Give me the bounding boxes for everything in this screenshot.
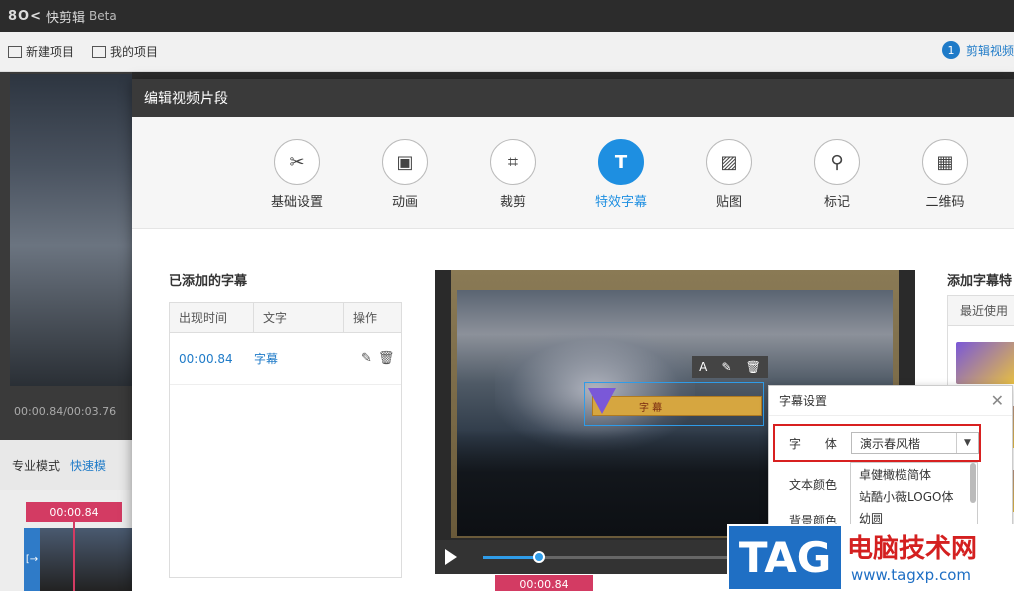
tab-animation[interactable]: ▣ 动画 — [365, 139, 445, 210]
clip-handle-icon[interactable]: [→ — [24, 528, 40, 591]
popup-title: 字幕设置 — [779, 394, 828, 408]
edit-pencil-icon[interactable]: ✎ — [721, 360, 731, 374]
folder-icon — [92, 45, 107, 58]
add-subtitle-effects-title: 添加字幕特 — [947, 274, 1013, 289]
seek-progress — [483, 556, 539, 559]
dialog-tab-bar: ✂ 基础设置 ▣ 动画 ⌗ 裁剪 T 特效字幕 ▨ 贴图 ⚲ 标记 ▦ 二维码 — [132, 117, 1014, 229]
mode-switch: 专业模式 快速模 — [0, 440, 132, 490]
tab-sticker[interactable]: ▨ 贴图 — [689, 139, 769, 210]
edit-pencil-icon[interactable]: ✎ — [361, 351, 372, 366]
trash-icon[interactable]: 🗑 — [746, 360, 761, 374]
row-text: 字幕 — [254, 352, 279, 366]
step-indicator[interactable]: 1 剪辑视频 — [941, 41, 1014, 59]
table-header: 出现时间 文字 操作 — [170, 303, 401, 333]
tab-basic-settings[interactable]: ✂ 基础设置 — [257, 139, 337, 210]
font-select[interactable]: 演示春风楷 ▼ — [851, 432, 979, 454]
font-option[interactable]: 卓健橄榄简体 — [851, 463, 977, 485]
dropdown-scrollbar[interactable] — [970, 463, 976, 503]
row-time: 00:00.84 — [179, 351, 233, 366]
step-label: 剪辑视频 — [965, 43, 1014, 58]
crop-icon: ⌗ — [490, 139, 536, 185]
scissors-icon: ✂ — [274, 139, 320, 185]
subtitle-text: 字 幕 — [639, 402, 663, 414]
tab-recently-used[interactable]: 最近使用 — [948, 296, 1014, 326]
watermark-title: 电脑技术网 — [847, 534, 978, 564]
app-edition: Beta — [89, 9, 117, 23]
tab-label: 贴图 — [715, 195, 742, 210]
timeline-playhead[interactable] — [73, 522, 75, 591]
play-icon[interactable] — [445, 549, 457, 565]
effect-thumbnail[interactable] — [956, 342, 1014, 384]
watermark-tag-logo: TAG — [729, 526, 841, 589]
added-subtitles-title: 已添加的字幕 — [169, 274, 248, 289]
text-icon: T — [598, 139, 644, 185]
text-color-label: 文本颜色 — [789, 478, 838, 492]
new-project-label: 新建项目 — [26, 45, 75, 59]
tab-label: 裁剪 — [499, 195, 526, 210]
watermark-url: www.tagxp.com — [851, 566, 971, 584]
plus-square-icon — [8, 45, 22, 58]
column-header-actions: 操作 — [353, 311, 378, 325]
row-actions: ✎ 🗑 — [352, 351, 394, 366]
close-icon[interactable]: ✕ — [991, 391, 1004, 410]
new-project-button[interactable]: 新建项目 — [8, 43, 74, 60]
tab-mark[interactable]: ⚲ 标记 — [797, 139, 877, 210]
tab-label: 二维码 — [925, 195, 965, 210]
font-row-highlight: 字 体 演示春风楷 ▼ — [773, 424, 981, 462]
subtitle-mini-toolbar: A ✎ 🗑 — [692, 356, 768, 378]
mode-pro-tab[interactable]: 专业模式 — [12, 457, 60, 474]
seek-handle[interactable] — [532, 551, 545, 563]
tab-label: 基础设置 — [270, 195, 323, 210]
table-row[interactable]: 00:00.84 字幕 ✎ 🗑 — [170, 333, 401, 385]
app-logo: 8O< — [8, 8, 42, 24]
trash-icon[interactable]: 🗑 — [378, 351, 395, 366]
image-icon: ▨ — [706, 139, 752, 185]
tab-crop[interactable]: ⌗ 裁剪 — [473, 139, 553, 210]
background-preview-image — [10, 74, 132, 386]
preview-time-marker: 00:00.84 — [495, 575, 593, 591]
animation-icon: ▣ — [382, 139, 428, 185]
timeline-time-marker: 00:00.84 — [26, 502, 122, 522]
my-projects-button[interactable]: 我的项目 — [92, 43, 158, 60]
dialog-title: 编辑视频片段 — [144, 91, 228, 107]
step-number: 1 — [941, 41, 960, 59]
seek-bar[interactable] — [483, 551, 733, 563]
dialog-header: 编辑视频片段 — [132, 79, 1014, 117]
qrcode-icon: ▦ — [922, 139, 968, 185]
my-projects-label: 我的项目 — [110, 45, 159, 59]
main-toolbar: 新建项目 我的项目 — [0, 32, 1014, 72]
tab-label: 特效字幕 — [594, 195, 647, 210]
tab-effect-subtitles[interactable]: T 特效字幕 — [581, 139, 661, 210]
mode-fast-tab[interactable]: 快速模 — [70, 457, 106, 474]
tab-label: 动画 — [391, 195, 418, 210]
font-style-icon[interactable]: A — [699, 360, 707, 374]
column-header-text: 文字 — [254, 303, 344, 332]
column-header-time: 出现时间 — [170, 303, 254, 332]
background-time: 00:00.84/00:03.76 — [14, 405, 117, 418]
font-option[interactable]: 站酷小薇LOGO体 — [851, 485, 977, 507]
app-name: 快剪辑 — [46, 10, 86, 26]
timeline-clip[interactable] — [40, 528, 132, 591]
popup-header: 字幕设置 ✕ — [769, 386, 1012, 416]
pin-icon: ⚲ — [814, 139, 860, 185]
font-select-value: 演示春风楷 — [860, 436, 921, 451]
watermark: TAG 电脑技术网 www.tagxp.com — [727, 524, 1014, 591]
subtitle-table: 出现时间 文字 操作 00:00.84 字幕 ✎ 🗑 — [169, 302, 402, 578]
chevron-down-icon[interactable]: ▼ — [956, 433, 978, 453]
tab-qrcode[interactable]: ▦ 二维码 — [905, 139, 985, 210]
subtitle-banner: 字 幕 — [592, 396, 762, 416]
subtitle-logo-shape — [588, 388, 616, 414]
title-bar: 8O< 快剪辑 Beta — [0, 0, 1014, 32]
font-label: 字 体 — [789, 436, 847, 451]
tab-label: 标记 — [823, 195, 850, 210]
